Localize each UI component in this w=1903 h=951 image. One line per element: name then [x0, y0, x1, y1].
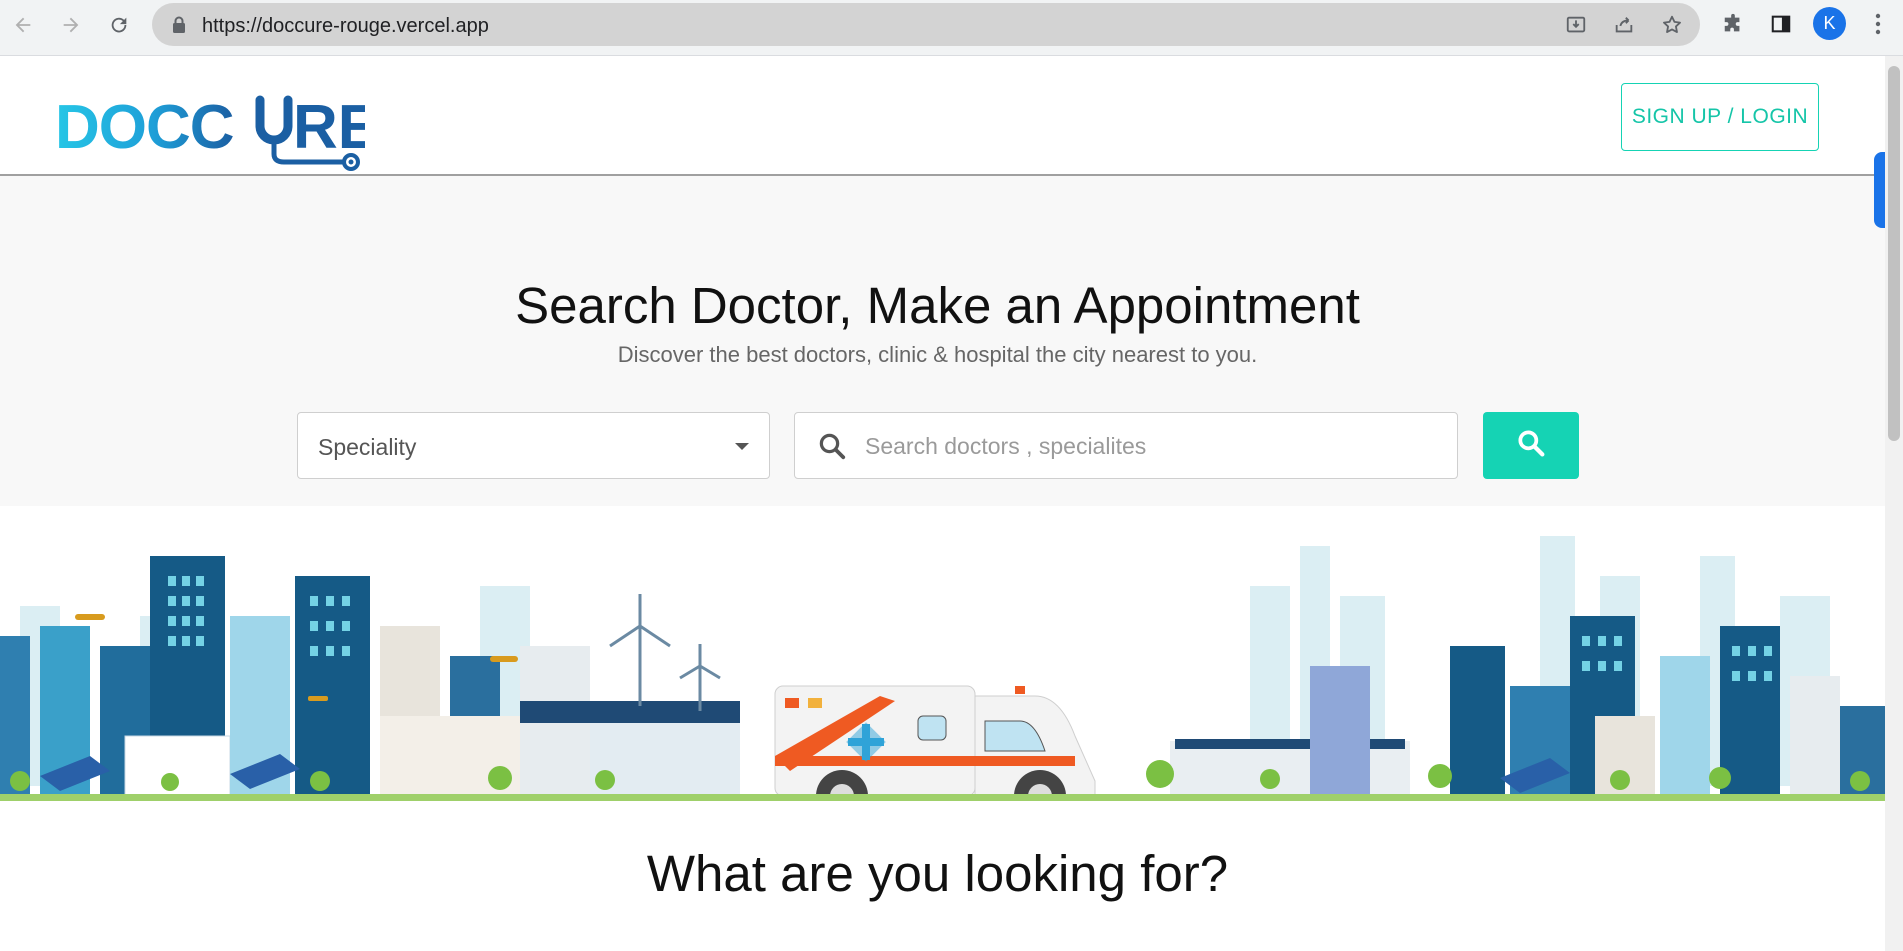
- back-icon[interactable]: [8, 10, 38, 40]
- search-input[interactable]: [863, 425, 1437, 467]
- menu-icon[interactable]: [1866, 12, 1890, 36]
- doctor-search-box[interactable]: [794, 412, 1458, 479]
- hero-section: Search Doctor, Make an Appointment Disco…: [0, 176, 1885, 822]
- side-panel-icon[interactable]: [1769, 12, 1793, 36]
- floating-side-tab[interactable]: [1874, 152, 1885, 228]
- extensions-icon[interactable]: [1721, 12, 1745, 36]
- url-text[interactable]: https://doccure-rouge.vercel.app: [202, 15, 489, 38]
- search-icon: [817, 431, 847, 461]
- city-ambulance-illustration: [0, 506, 1885, 822]
- page-scrollbar[interactable]: [1885, 56, 1903, 951]
- search-icon: [1515, 427, 1547, 464]
- reload-icon[interactable]: [104, 10, 134, 40]
- star-icon[interactable]: [1661, 14, 1683, 36]
- address-bar[interactable]: https://doccure-rouge.vercel.app: [152, 3, 1700, 46]
- page-content: DOCC RE SIGN UP / LOGIN Search Doctor, M…: [0, 56, 1885, 951]
- browser-toolbar: https://doccure-rouge.vercel.app K: [0, 0, 1903, 56]
- install-icon[interactable]: [1565, 14, 1587, 36]
- search-button[interactable]: [1483, 412, 1579, 479]
- site-header: DOCC RE SIGN UP / LOGIN: [0, 56, 1885, 176]
- scrollbar-thumb[interactable]: [1888, 66, 1900, 441]
- svg-text:DOCC: DOCC: [55, 93, 234, 162]
- forward-icon[interactable]: [56, 10, 86, 40]
- svg-text:RE: RE: [293, 93, 365, 162]
- hero-title: Search Doctor, Make an Appointment: [515, 277, 1360, 334]
- profile-avatar[interactable]: K: [1813, 7, 1846, 40]
- signup-login-button[interactable]: SIGN UP / LOGIN: [1621, 83, 1819, 151]
- lock-icon[interactable]: [168, 14, 190, 36]
- speciality-select[interactable]: Speciality: [297, 412, 770, 479]
- share-icon[interactable]: [1613, 14, 1635, 36]
- caret-down-icon: [735, 443, 749, 450]
- doccure-logo[interactable]: DOCC RE: [55, 90, 379, 172]
- hero-subtitle: Discover the best doctors, clinic & hosp…: [617, 342, 1258, 367]
- looking-for-title: What are you looking for?: [646, 845, 1229, 902]
- speciality-label: Speciality: [318, 434, 417, 460]
